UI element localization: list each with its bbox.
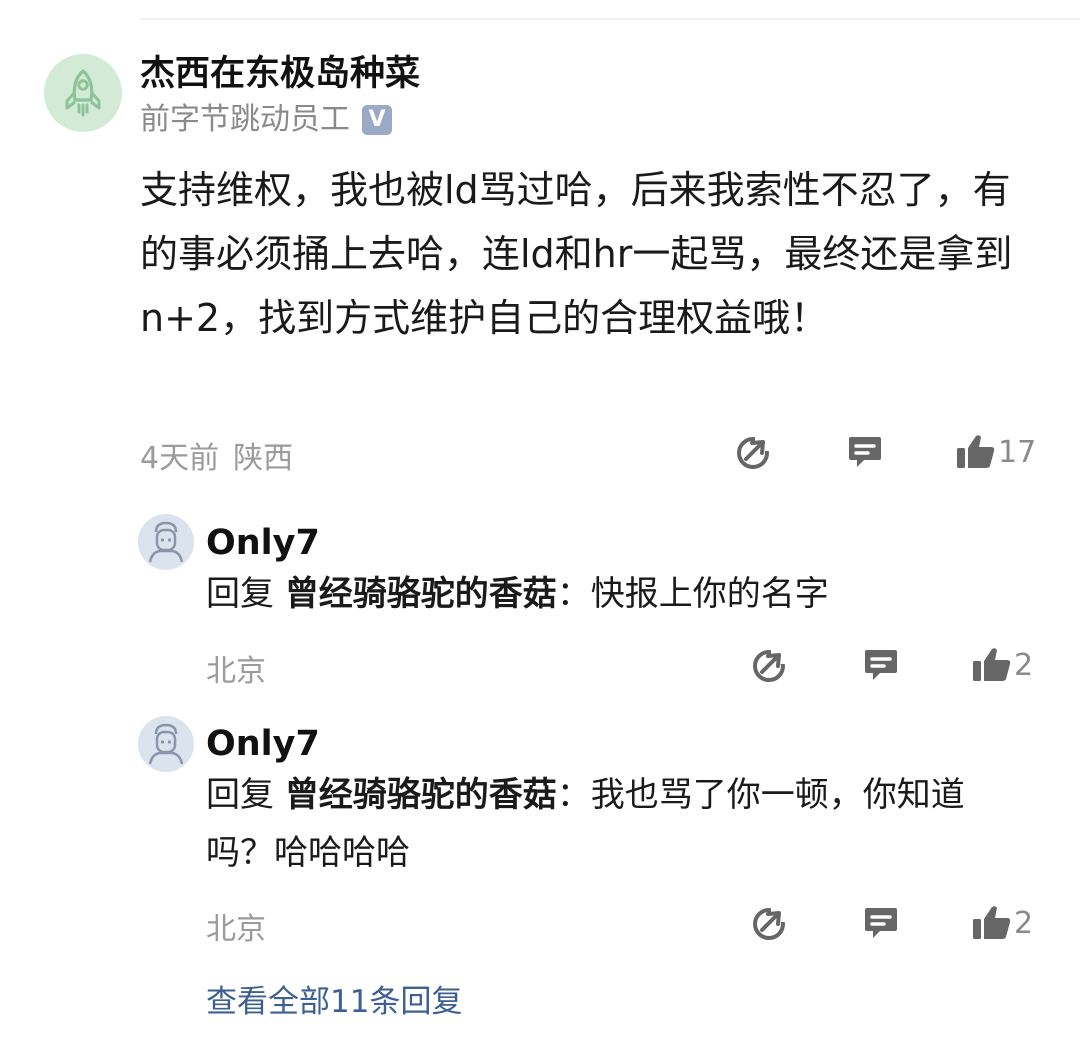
thumbs-up-icon bbox=[973, 906, 1011, 939]
reply-actions: 2 bbox=[751, 904, 1033, 942]
like-button[interactable]: 2 bbox=[972, 904, 1033, 942]
like-count: 2 bbox=[1014, 647, 1034, 683]
reply-body: 回复 曾经骑骆驼的香菇：快报上你的名字 bbox=[206, 565, 1026, 623]
comment-meta: 4天前 陕西 bbox=[140, 433, 293, 477]
reply-button[interactable] bbox=[862, 904, 900, 942]
comment-body: 支持维权，我也被ld骂过哈，后来我索性不忍了，有的事必须捅上去哈，连ld和hr一… bbox=[140, 168, 1013, 340]
share-icon bbox=[737, 435, 771, 469]
share-button[interactable] bbox=[735, 433, 773, 471]
reply-text: ：快报上你的名字 bbox=[556, 574, 829, 614]
reply-target-name[interactable]: 曾经骑骆驼的香菇 bbox=[285, 574, 557, 614]
comment-location: 陕西 bbox=[233, 441, 294, 476]
comment-time: 4天前 bbox=[140, 441, 220, 476]
reply-author-name[interactable]: Only7 bbox=[206, 521, 320, 565]
comment-actions: 17 bbox=[735, 433, 1036, 471]
reply-prefix: 回复 bbox=[206, 574, 274, 614]
reply-prefix: 回复 bbox=[206, 775, 274, 815]
reply-location: 北京 bbox=[206, 912, 266, 947]
comment-icon bbox=[849, 437, 881, 467]
verified-badge-icon: V bbox=[362, 105, 392, 135]
reply-target-name[interactable]: 曾经骑骆驼的香菇 bbox=[285, 775, 557, 815]
rocket-icon bbox=[65, 69, 101, 117]
comment-icon bbox=[865, 908, 897, 938]
reply-meta: 北京 bbox=[206, 904, 266, 948]
share-icon bbox=[753, 648, 787, 682]
share-icon bbox=[753, 906, 787, 940]
comment-icon bbox=[865, 650, 897, 680]
reply-location: 北京 bbox=[206, 654, 266, 689]
like-count: 17 bbox=[998, 434, 1037, 470]
avatar[interactable] bbox=[44, 54, 122, 132]
comment-author-name[interactable]: 杰西在东极岛种菜 bbox=[140, 52, 420, 96]
user-avatar-icon bbox=[148, 723, 184, 765]
view-all-replies-link[interactable]: 查看全部11条回复 bbox=[206, 980, 462, 1024]
share-button[interactable] bbox=[751, 646, 789, 684]
reply-actions: 2 bbox=[751, 646, 1033, 684]
reply-avatar[interactable] bbox=[138, 716, 194, 772]
share-button[interactable] bbox=[751, 904, 789, 942]
user-avatar-icon bbox=[148, 521, 184, 563]
like-count: 2 bbox=[1014, 905, 1034, 941]
reply-body: 回复 曾经骑骆驼的香菇：我也骂了你一顿，你知道吗？哈哈哈哈 bbox=[206, 766, 1016, 882]
like-button[interactable]: 17 bbox=[956, 433, 1036, 471]
reply-author-name[interactable]: Only7 bbox=[206, 722, 320, 766]
reply-button[interactable] bbox=[846, 433, 884, 471]
like-button[interactable]: 2 bbox=[972, 646, 1033, 684]
reply-button[interactable] bbox=[862, 646, 900, 684]
thumbs-up-icon bbox=[973, 648, 1011, 681]
author-title: 前字节跳动员工 bbox=[140, 102, 350, 137]
reply-meta: 北京 bbox=[206, 646, 266, 690]
reply-avatar[interactable] bbox=[138, 514, 194, 570]
comment-author-subtitle: 前字节跳动员工 V bbox=[140, 100, 392, 140]
thumbs-up-icon bbox=[957, 435, 995, 468]
top-divider bbox=[140, 18, 1080, 20]
